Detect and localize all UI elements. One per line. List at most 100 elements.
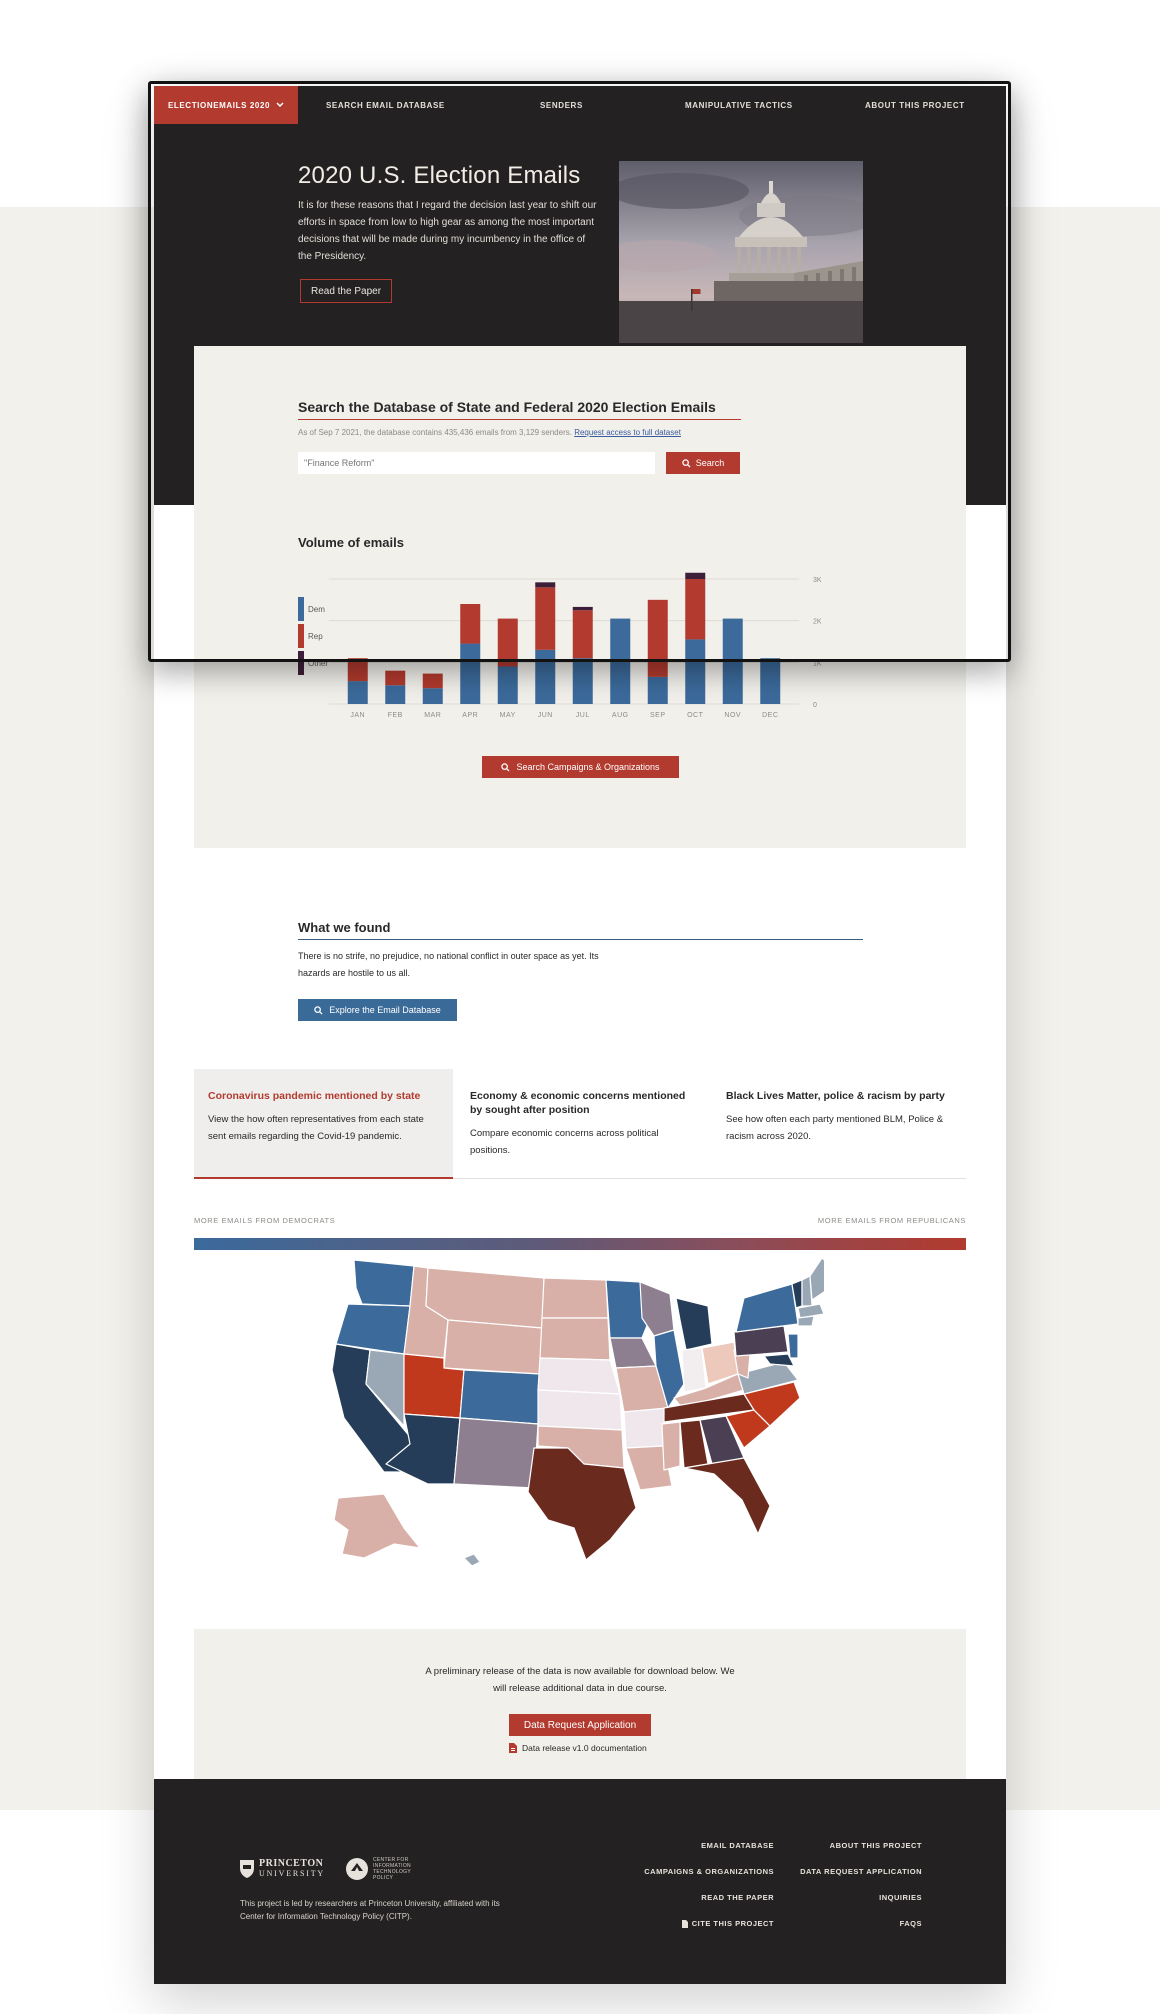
data-request-button[interactable]: Data Request Application <box>509 1714 651 1736</box>
state-ks <box>537 1389 623 1431</box>
explore-button-label: Explore the Email Database <box>329 1005 441 1015</box>
footer-cite-label: CITE THIS PROJECT <box>691 1919 774 1928</box>
state-nj <box>787 1333 799 1359</box>
nav-about-this-project[interactable]: ABOUT THIS PROJECT <box>865 86 965 124</box>
document-icon <box>509 1743 517 1753</box>
capitol-image <box>619 161 863 343</box>
bar-dem <box>685 639 706 704</box>
x-tick-label: JAN <box>350 712 365 719</box>
bar-rep <box>385 670 406 686</box>
princeton-logo: PRINCETON UNIVERSITY <box>239 1859 325 1879</box>
legend-swatch <box>298 651 304 675</box>
release-panel: A preliminary release of the data is now… <box>194 1629 966 1794</box>
search-button[interactable]: Search <box>666 452 740 474</box>
documentation-link[interactable]: Data release v1.0 documentation <box>509 1743 647 1753</box>
read-paper-button[interactable]: Read the Paper <box>300 279 392 303</box>
brand-label: ELECTIONEMAILS 2020 <box>167 100 271 110</box>
search-title-underline <box>298 419 741 420</box>
bar-rep <box>460 604 481 644</box>
volume-title: Volume of emails <box>298 535 404 550</box>
state-ny <box>735 1283 799 1333</box>
document-icon <box>681 1919 688 1928</box>
bar-rep <box>347 658 368 682</box>
citp-wordmark: CENTER FOR INFORMATION TECHNOLOGY POLICY <box>373 1857 411 1881</box>
found-title: What we found <box>298 920 391 935</box>
bar-dem <box>535 649 556 704</box>
y-tick-label: 3K <box>813 577 822 584</box>
footer-link-inquiries[interactable]: INQUIRIES <box>879 1893 922 1902</box>
y-tick-label: 0 <box>813 702 817 709</box>
tab-description: View the how often representatives from … <box>208 1114 424 1142</box>
found-underline <box>298 939 863 940</box>
bar-rep <box>497 618 518 667</box>
footer-link-about[interactable]: ABOUT THIS PROJECT <box>830 1841 922 1850</box>
footer-link-read-paper[interactable]: READ THE PAPER <box>701 1893 774 1902</box>
state-me <box>809 1258 824 1301</box>
footer-link-campaigns[interactable]: CAMPAIGNS & ORGANIZATIONS <box>644 1867 774 1876</box>
state-ar <box>623 1407 669 1449</box>
hero-text: It is for these reasons that I regard th… <box>298 200 597 262</box>
tab-coronavirus[interactable]: Coronavirus pandemic mentioned by state … <box>194 1069 453 1179</box>
bar-dem <box>647 676 668 704</box>
search-campaigns-button[interactable]: Search Campaigns & Organizations <box>482 756 679 778</box>
search-campaigns-label: Search Campaigns & Organizations <box>516 762 660 772</box>
x-tick-label: APR <box>462 712 478 719</box>
state-wa <box>353 1259 415 1307</box>
bar-dem <box>422 688 443 704</box>
state-ak <box>333 1493 421 1559</box>
citp-logo: CENTER FOR INFORMATION TECHNOLOGY POLICY <box>345 1857 419 1881</box>
bar-dem <box>460 643 481 704</box>
map-color-scale <box>194 1238 966 1250</box>
state-wy <box>443 1319 543 1375</box>
tab-title: Coronavirus pandemic mentioned by state <box>208 1090 421 1102</box>
legend-label: Other <box>308 659 328 668</box>
hero-title: 2020 U.S. Election Emails <box>298 162 581 189</box>
bar-dem <box>610 618 631 704</box>
bar-rep <box>535 587 556 650</box>
legend-swatch <box>298 624 304 648</box>
bar-rep <box>685 579 706 640</box>
citp-mark-icon <box>346 1858 368 1880</box>
search-button-label: Search <box>695 458 725 468</box>
footer-link-email-database[interactable]: EMAIL DATABASE <box>701 1841 774 1850</box>
tab-economy[interactable]: Economy & economic concerns mentioned by… <box>456 1069 712 1179</box>
request-access-link[interactable]: Request access to full dataset <box>574 428 681 437</box>
bar-other <box>685 572 706 579</box>
search-icon <box>682 458 691 468</box>
tab-description: See how often each party mentioned BLM, … <box>726 1114 944 1142</box>
tab-title: Black Lives Matter, police & racism by p… <box>726 1090 945 1102</box>
x-tick-label: DEC <box>762 712 778 719</box>
nav-search-email-database[interactable]: SEARCH EMAIL DATABASE <box>326 86 445 124</box>
x-tick-label: AUG <box>612 712 629 719</box>
nav-senders[interactable]: SENDERS <box>540 86 583 124</box>
nav-manipulative-tactics[interactable]: MANIPULATIVE TACTICS <box>685 86 793 124</box>
bar-dem <box>572 658 593 704</box>
x-tick-label: MAR <box>424 712 441 719</box>
state-sd <box>539 1317 611 1361</box>
brand-menu-button[interactable]: ELECTIONEMAILS 2020 <box>154 86 298 124</box>
topic-tabs: Coronavirus pandemic mentioned by state … <box>194 1069 966 1179</box>
state-nm <box>453 1417 539 1489</box>
footer-text: This project is led by researchers at Pr… <box>240 1899 500 1921</box>
state-mi <box>675 1297 713 1351</box>
search-title: Search the Database of State and Federal… <box>298 399 716 415</box>
bar-other <box>572 606 593 611</box>
search-input[interactable] <box>298 452 655 474</box>
state-fl <box>683 1457 771 1535</box>
bar-dem <box>347 681 368 704</box>
footer-link-cite[interactable]: CITE THIS PROJECT <box>681 1919 774 1928</box>
explore-database-button[interactable]: Explore the Email Database <box>298 999 457 1021</box>
us-state-map <box>331 1258 824 1567</box>
footer-link-data-request[interactable]: DATA REQUEST APPLICATION <box>800 1867 922 1876</box>
legend-rep-label: MORE EMAILS FROM REPUBLICANS <box>817 1216 966 1225</box>
shield-icon <box>240 1860 254 1878</box>
state-hi <box>463 1553 481 1567</box>
bar-rep <box>572 610 593 659</box>
bar-rep <box>647 599 668 677</box>
footer-logos: PRINCETON UNIVERSITY CENTER FOR INFORMAT… <box>239 1857 419 1881</box>
footer-link-faqs[interactable]: FAQS <box>900 1919 922 1928</box>
state-co <box>459 1369 541 1425</box>
search-panel: Search the Database of State and Federal… <box>194 346 966 848</box>
tab-blm[interactable]: Black Lives Matter, police & racism by p… <box>712 1069 966 1179</box>
legend-swatch <box>298 597 304 621</box>
